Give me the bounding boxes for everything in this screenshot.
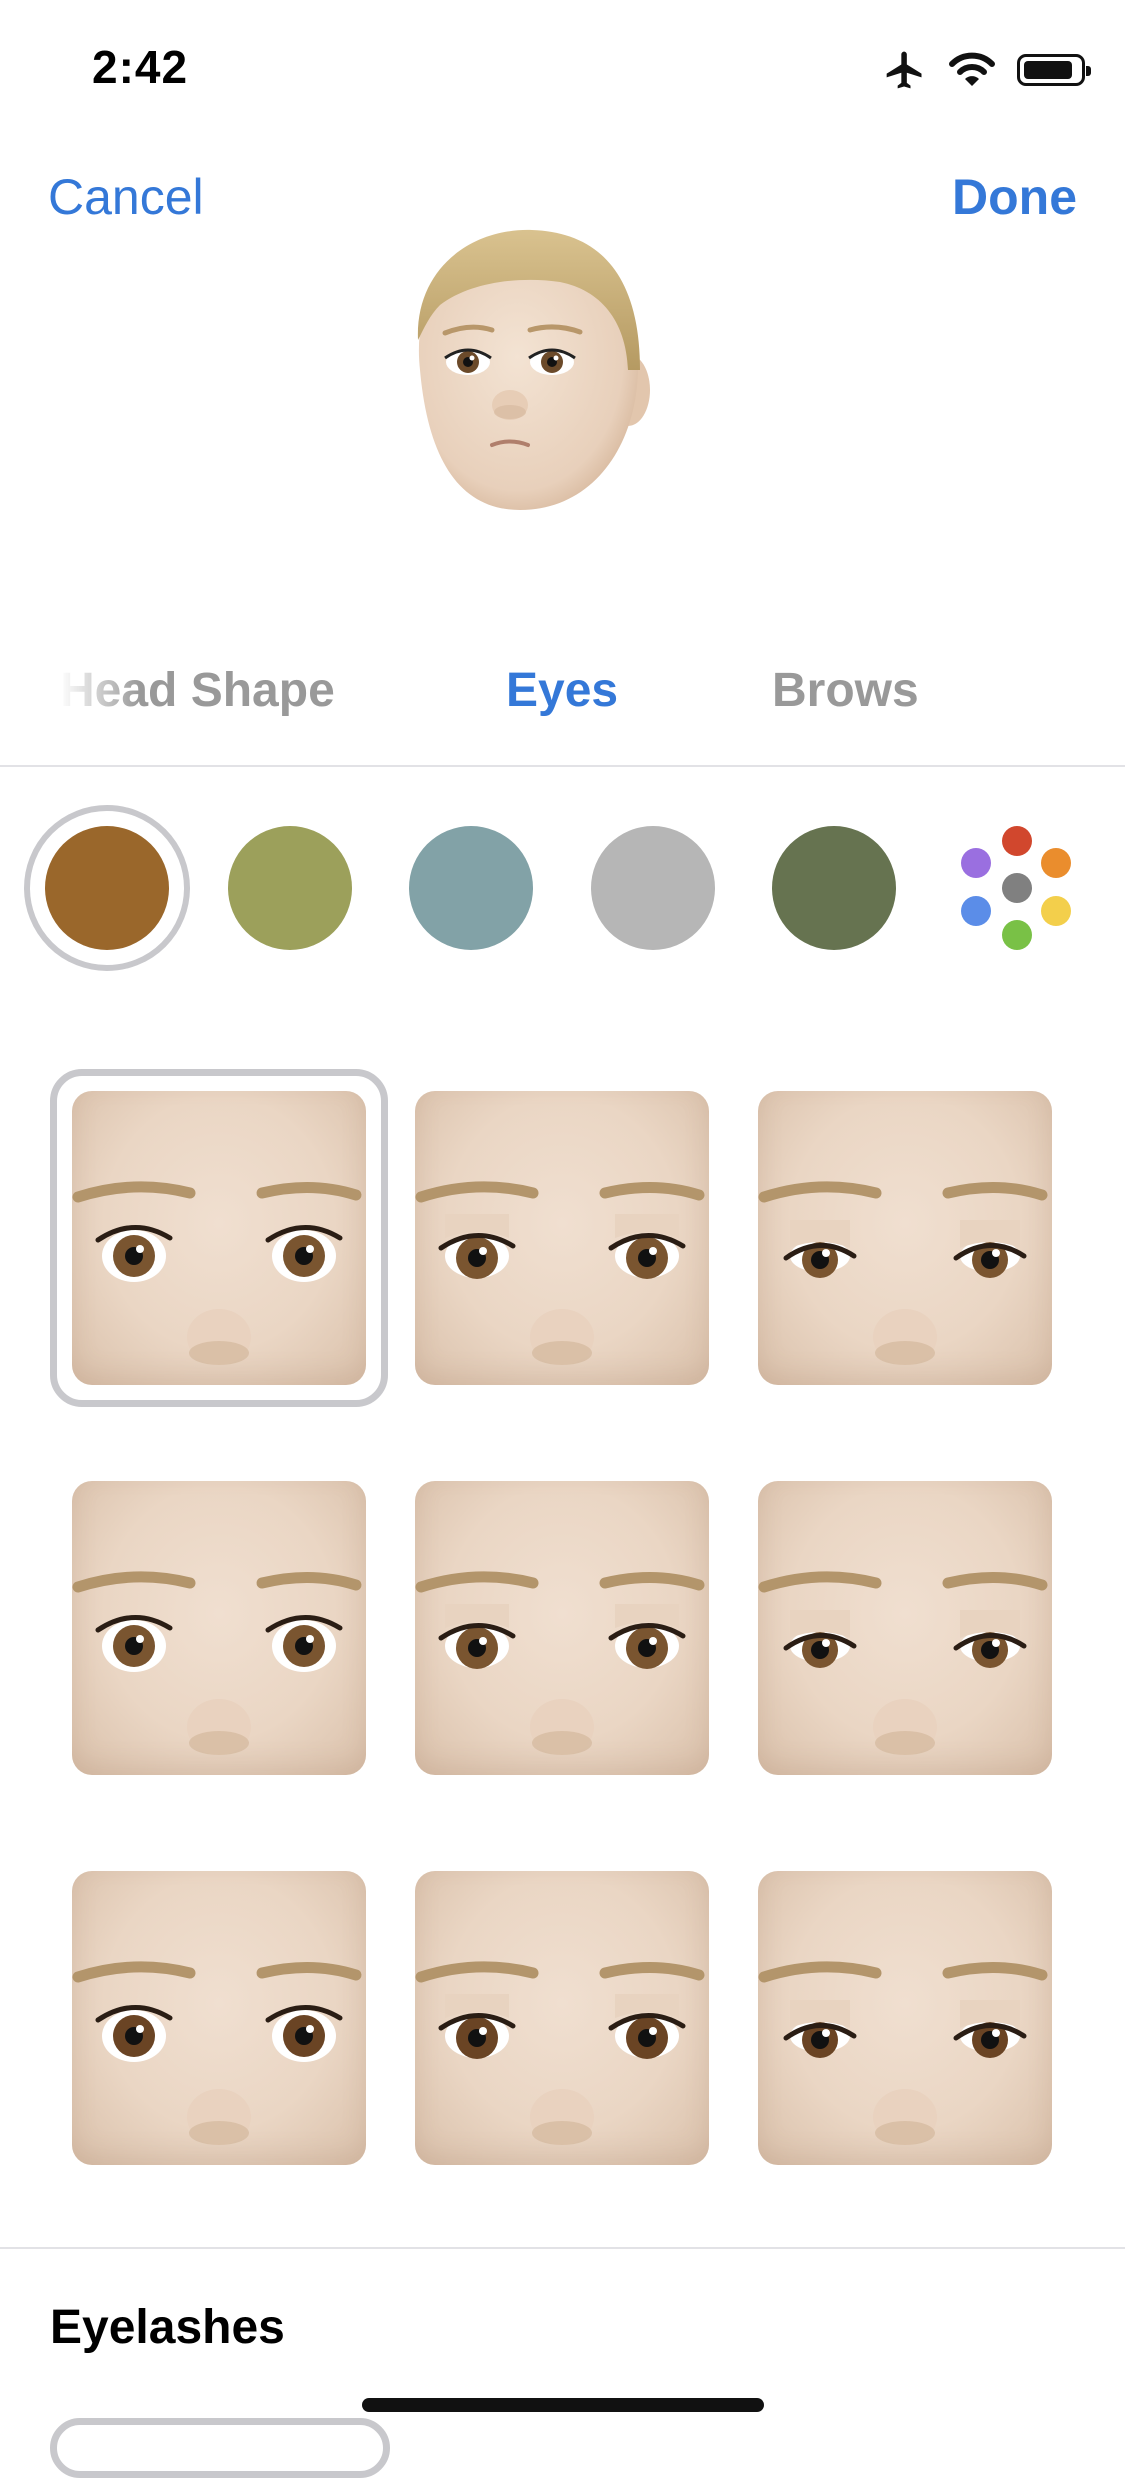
eye-color-swatch-dark-green[interactable]	[772, 826, 896, 950]
eye-style-option-8[interactable]	[415, 1871, 709, 2165]
eye-style-option-2[interactable]	[415, 1091, 709, 1385]
cancel-button[interactable]: Cancel	[48, 168, 204, 226]
eye-style-option-4[interactable]	[72, 1481, 366, 1775]
eye-style-option-5[interactable]	[415, 1481, 709, 1775]
tabs-divider	[0, 765, 1125, 767]
eye-color-swatch-olive[interactable]	[228, 826, 352, 950]
done-button[interactable]: Done	[952, 168, 1077, 226]
home-indicator	[362, 2398, 764, 2412]
status-time: 2:42	[92, 41, 189, 93]
eye-style-option-6[interactable]	[758, 1481, 1052, 1775]
memoji-avatar	[417, 229, 650, 510]
eyelashes-divider	[0, 2247, 1125, 2249]
wifi-icon	[949, 52, 995, 86]
eye-color-swatch-blue-gray[interactable]	[409, 826, 533, 950]
status-icons	[883, 46, 1091, 94]
eye-style-option-3[interactable]	[758, 1091, 1052, 1385]
eyelash-option-selected[interactable]	[50, 2418, 390, 2478]
battery-icon	[1017, 54, 1091, 86]
color-palette-icon[interactable]	[955, 826, 1079, 950]
eye-style-option-1[interactable]	[72, 1091, 366, 1385]
eye-color-swatch-gray[interactable]	[591, 826, 715, 950]
tab-brows[interactable]: Brows	[772, 663, 919, 718]
tab-eyes[interactable]: Eyes	[506, 663, 618, 718]
section-title-eyelashes: Eyelashes	[50, 2301, 285, 2354]
eye-color-swatch-brown[interactable]	[45, 826, 169, 950]
eye-style-option-9[interactable]	[758, 1871, 1052, 2165]
airplane-icon	[886, 51, 922, 89]
tab-head-shape[interactable]: Head Shape	[60, 663, 335, 718]
eye-style-option-7[interactable]	[72, 1871, 366, 2165]
